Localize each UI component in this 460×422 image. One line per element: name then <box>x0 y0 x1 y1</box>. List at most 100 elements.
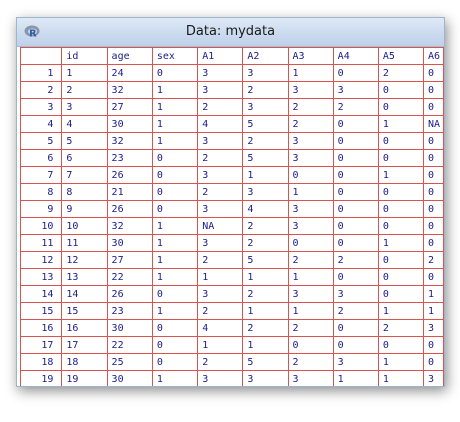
table-cell[interactable]: 2 <box>242 234 289 252</box>
column-header[interactable]: A4 <box>332 47 379 65</box>
table-cell[interactable]: 3 <box>197 132 244 150</box>
table-cell[interactable]: 26 <box>106 200 153 218</box>
column-header[interactable]: sex <box>151 47 199 65</box>
table-cell[interactable]: 7 <box>61 166 108 184</box>
table-cell[interactable]: 0 <box>422 132 444 150</box>
table-cell[interactable]: 0 <box>422 64 444 82</box>
table-cell[interactable]: 3 <box>197 64 244 82</box>
table-cell[interactable]: 3 <box>197 200 244 218</box>
table-cell[interactable]: 1 <box>242 268 289 286</box>
table-cell[interactable]: 0 <box>422 149 444 167</box>
table-cell[interactable]: 0 <box>422 217 444 235</box>
table-cell[interactable]: 21 <box>106 183 153 201</box>
table-cell[interactable]: 0 <box>287 336 334 354</box>
table-cell[interactable]: 2 <box>422 251 444 269</box>
table-cell[interactable]: 1 <box>287 64 334 82</box>
table-cell[interactable]: 3 <box>422 370 444 386</box>
table-cell[interactable]: 2 <box>287 98 334 116</box>
table-cell[interactable]: 2 <box>287 353 334 371</box>
table-cell[interactable]: 2 <box>332 251 379 269</box>
table-cell[interactable]: 0 <box>377 149 424 167</box>
table-cell[interactable]: 0 <box>151 285 199 303</box>
table-cell[interactable]: 2 <box>332 302 379 320</box>
table-cell[interactable]: 0 <box>332 149 379 167</box>
table-cell[interactable]: 1 <box>197 336 244 354</box>
row-number[interactable]: 8 <box>20 183 63 201</box>
table-cell[interactable]: 3 <box>287 81 334 99</box>
table-cell[interactable]: 3 <box>61 98 108 116</box>
table-cell[interactable]: 0 <box>377 336 424 354</box>
table-cell[interactable]: 0 <box>422 81 444 99</box>
title-bar[interactable]: R Data: mydata <box>17 18 444 47</box>
row-number[interactable]: 4 <box>20 115 63 133</box>
table-cell[interactable]: 1 <box>422 302 444 320</box>
table-cell[interactable]: 2 <box>287 115 334 133</box>
table-cell[interactable]: 1 <box>151 234 199 252</box>
table-cell[interactable]: 3 <box>242 183 289 201</box>
column-header[interactable]: A3 <box>287 47 334 65</box>
table-cell[interactable]: 0 <box>332 319 379 337</box>
table-cell[interactable]: 3 <box>287 132 334 150</box>
table-cell[interactable]: 30 <box>106 370 153 386</box>
table-cell[interactable]: 0 <box>377 268 424 286</box>
table-cell[interactable]: 1 <box>332 370 379 386</box>
table-cell[interactable]: 2 <box>287 251 334 269</box>
data-grid-viewport[interactable]: id age sex A1 A2 A3 A4 A5 A6 1 1 24 0 3 3 1 0 2 0 2 2 32 1 3 2 3… <box>20 47 444 386</box>
row-number[interactable]: 14 <box>20 285 63 303</box>
table-cell[interactable]: 5 <box>242 353 289 371</box>
table-cell[interactable]: 0 <box>332 217 379 235</box>
table-cell[interactable]: 2 <box>242 81 289 99</box>
table-cell[interactable]: 1 <box>377 166 424 184</box>
row-number[interactable]: 7 <box>20 166 63 184</box>
row-number[interactable]: 18 <box>20 353 63 371</box>
table-cell[interactable]: 3 <box>197 370 244 386</box>
table-cell[interactable]: 12 <box>61 251 108 269</box>
table-cell[interactable]: 2 <box>332 98 379 116</box>
table-cell[interactable]: 0 <box>377 251 424 269</box>
table-cell[interactable]: 3 <box>422 319 444 337</box>
table-cell[interactable]: 1 <box>422 285 444 303</box>
table-cell[interactable]: 3 <box>287 285 334 303</box>
table-cell[interactable]: 0 <box>151 319 199 337</box>
table-cell[interactable]: 2 <box>197 251 244 269</box>
table-cell[interactable]: 1 <box>151 115 199 133</box>
table-cell[interactable]: 0 <box>422 98 444 116</box>
table-cell[interactable]: 2 <box>242 132 289 150</box>
table-cell[interactable]: 2 <box>287 319 334 337</box>
table-cell[interactable]: 26 <box>106 166 153 184</box>
table-cell[interactable]: 1 <box>287 268 334 286</box>
table-cell[interactable]: 11 <box>61 234 108 252</box>
table-cell[interactable]: 9 <box>61 200 108 218</box>
table-cell[interactable]: 0 <box>422 353 444 371</box>
table-cell[interactable]: 4 <box>197 115 244 133</box>
table-cell[interactable]: 0 <box>287 166 334 184</box>
table-cell[interactable]: 15 <box>61 302 108 320</box>
table-cell[interactable]: 1 <box>151 217 199 235</box>
table-cell[interactable]: 1 <box>151 268 199 286</box>
table-cell[interactable]: 1 <box>287 302 334 320</box>
table-cell[interactable]: 3 <box>242 98 289 116</box>
table-cell[interactable]: 5 <box>242 149 289 167</box>
table-cell[interactable]: 25 <box>106 353 153 371</box>
row-number[interactable]: 9 <box>20 200 63 218</box>
row-number[interactable]: 5 <box>20 132 63 150</box>
row-number[interactable]: 2 <box>20 81 63 99</box>
table-cell[interactable]: 1 <box>377 234 424 252</box>
table-cell[interactable]: 0 <box>151 64 199 82</box>
row-number[interactable]: 13 <box>20 268 63 286</box>
table-cell[interactable]: 24 <box>106 64 153 82</box>
table-cell[interactable]: 0 <box>377 183 424 201</box>
table-cell[interactable]: 0 <box>422 268 444 286</box>
table-cell[interactable]: NA <box>422 115 444 133</box>
table-cell[interactable]: 3 <box>242 64 289 82</box>
table-cell[interactable]: 2 <box>242 319 289 337</box>
table-cell[interactable]: 0 <box>377 217 424 235</box>
table-cell[interactable]: 1 <box>377 370 424 386</box>
column-header[interactable]: A5 <box>377 47 424 65</box>
table-cell[interactable]: 1 <box>242 166 289 184</box>
table-cell[interactable]: 0 <box>422 336 444 354</box>
table-cell[interactable]: 0 <box>422 200 444 218</box>
table-cell[interactable]: 8 <box>61 183 108 201</box>
table-cell[interactable]: 2 <box>242 285 289 303</box>
row-number[interactable]: 10 <box>20 217 63 235</box>
